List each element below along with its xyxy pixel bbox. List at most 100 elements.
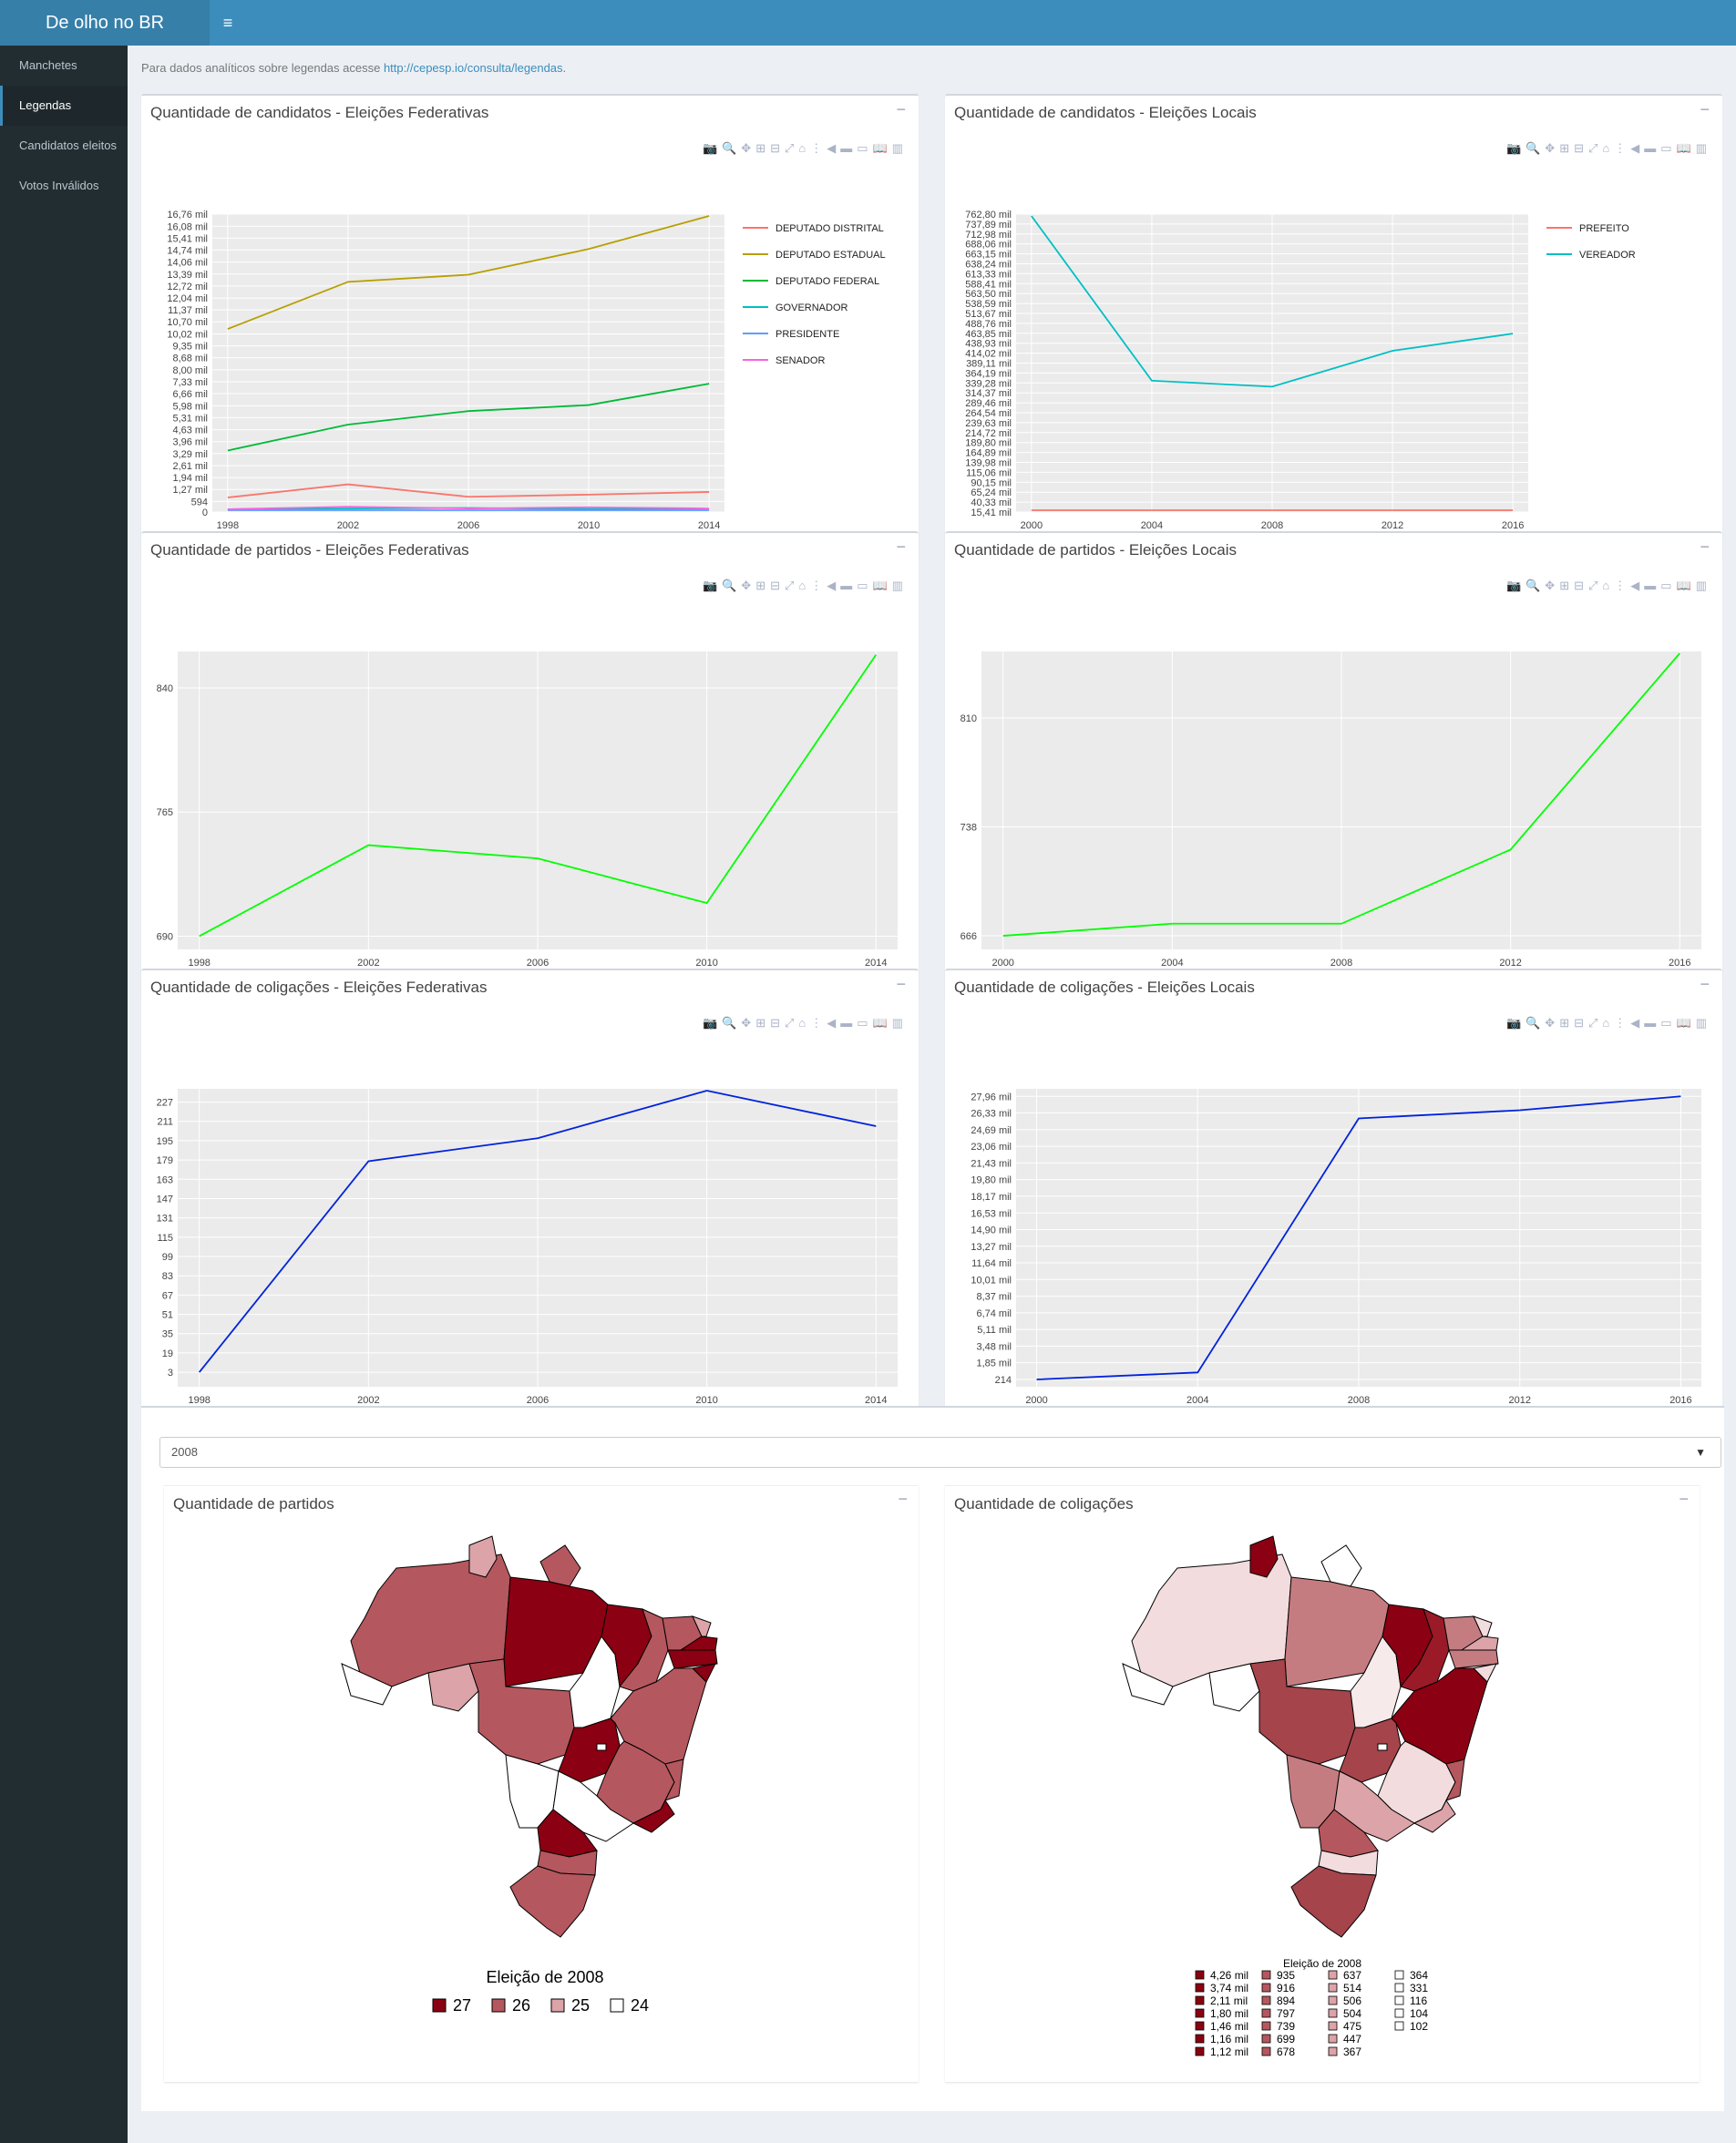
chart-coligacoes-federativas[interactable]: 227 211 195 179 163 147 131 115 99 83 67 51 35 19 3 199… xyxy=(141,970,919,1435)
box-partidos-locais: Quantidade de partidos - Eleições Locais… xyxy=(945,531,1722,998)
y-tick-label: 131 xyxy=(157,1214,173,1225)
sidebar-item-legendas[interactable]: Legendas xyxy=(0,86,128,126)
y-tick-label: 147 xyxy=(157,1194,173,1205)
y-tick-label: 4,63 mil xyxy=(172,426,208,436)
x-tick-label: 2006 xyxy=(527,958,549,969)
box-candidatos-federativas: Quantidade de candidatos - Eleições Fede… xyxy=(141,94,919,560)
legend-swatch xyxy=(1261,1983,1271,1993)
legend-label: 364 xyxy=(1410,1969,1428,1982)
y-tick-label: 6,74 mil xyxy=(976,1308,1012,1319)
y-tick-label: 115 xyxy=(157,1233,173,1244)
x-tick-label: 2010 xyxy=(695,958,717,969)
y-tick-label: 67 xyxy=(162,1290,173,1301)
y-tick-label: 690 xyxy=(157,931,173,942)
y-tick-label: 21,43 mil xyxy=(971,1158,1012,1169)
x-tick-label: 2012 xyxy=(1499,958,1521,969)
state-ap xyxy=(1320,1544,1362,1587)
map-legend-title: Eleição de 2008 xyxy=(1283,1957,1361,1970)
y-tick-label: 19 xyxy=(162,1348,173,1359)
map-legend-partidos: 27 26 25 24 xyxy=(432,1996,649,2015)
x-tick-label: 2008 xyxy=(1348,1395,1370,1406)
x-tick-label: 2002 xyxy=(357,958,379,969)
x-tick-label: 2006 xyxy=(527,1395,549,1406)
y-tick-label: 1,27 mil xyxy=(172,485,208,496)
chevron-down-icon[interactable]: ▼ xyxy=(1695,1438,1706,1467)
sidebar-item-manchetes[interactable]: Manchetes xyxy=(0,46,128,86)
y-tick-label: 35 xyxy=(162,1329,173,1340)
y-tick-label: 14,74 mil xyxy=(167,245,208,256)
y-tick-label: 27,96 mil xyxy=(971,1092,1012,1102)
sidebar: Manchetes Legendas Candidatos eleitos Vo… xyxy=(0,46,128,2143)
x-tick-label: 2002 xyxy=(357,1395,379,1406)
y-tick-label: 10,02 mil xyxy=(167,330,208,341)
chart-partidos-locais[interactable]: 81073866620002004200820122016Ano Eleição xyxy=(945,533,1722,998)
info-note-text: Para dados analíticos sobre legendas ace… xyxy=(141,61,384,75)
state-df xyxy=(1377,1743,1388,1751)
app-brand[interactable]: De olho no BR xyxy=(0,0,210,46)
legend-label: 1,12 mil xyxy=(1210,2046,1248,2058)
y-tick-label: 666 xyxy=(960,931,977,942)
chart-candidatos-federativas[interactable]: 16,76 mil16,08 mil15,41 mil14,74 mil 14,0… xyxy=(141,96,919,560)
legend-label: 699 xyxy=(1277,2033,1295,2046)
state-rs xyxy=(509,1865,596,1938)
legend-label[interactable]: PREFEITO xyxy=(1579,223,1629,234)
y-tick-label: 10,70 mil xyxy=(167,317,208,328)
y-tick-label: 7,33 mil xyxy=(172,377,208,388)
y-tick-label: 11,37 mil xyxy=(168,305,208,316)
state-ap xyxy=(539,1544,581,1587)
y-tick-label: 214 xyxy=(995,1375,1012,1386)
x-tick-label: 2014 xyxy=(698,520,720,531)
legend-swatch xyxy=(1328,1995,1338,2005)
y-tick-label: 26,33 mil xyxy=(971,1109,1012,1120)
legend-swatch xyxy=(610,1998,624,2013)
box-coligacoes-locais: Quantidade de coligações - Eleições Loca… xyxy=(945,969,1722,1435)
x-tick-label: 2008 xyxy=(1261,520,1283,531)
legend-label[interactable]: GOVERNADOR xyxy=(776,302,848,313)
x-tick-label: 2004 xyxy=(1141,520,1163,531)
legend-label[interactable]: SENADOR xyxy=(776,355,825,366)
y-tick-label: 16,76 mil xyxy=(167,210,208,220)
chart-coligacoes-locais[interactable]: 27,96 mil 26,33 mil 24,69 mil 23,06 mil 21,4… xyxy=(945,970,1722,1435)
legend-label: 3,74 mil xyxy=(1210,1982,1248,1994)
sidebar-toggle-hamburger-icon[interactable]: ≡ xyxy=(211,0,244,46)
y-tick-label: 227 xyxy=(157,1098,173,1109)
y-tick-label: 5,11 mil xyxy=(977,1325,1012,1336)
legend-label[interactable]: PRESIDENTE xyxy=(776,329,839,340)
chart-partidos-federativas[interactable]: 84076569019982002200620102014Ano Eleição xyxy=(141,533,919,998)
legend-label: 102 xyxy=(1410,2020,1428,2033)
x-tick-label: 2006 xyxy=(457,520,479,531)
y-tick-label: 9,35 mil xyxy=(172,342,208,353)
legend-label: 2,11 mil xyxy=(1210,1994,1248,2007)
legend-swatch xyxy=(1328,2008,1338,2018)
legend-swatch xyxy=(1261,2008,1271,2018)
legend-label: 1,16 mil xyxy=(1210,2033,1248,2046)
y-tick-label: 16,53 mil xyxy=(971,1208,1012,1219)
info-note-suffix: . xyxy=(562,61,567,75)
legend-label[interactable]: DEPUTADO ESTADUAL xyxy=(776,250,886,261)
legend-swatch xyxy=(432,1998,447,2013)
y-tick-label: 16,08 mil xyxy=(167,221,208,232)
sidebar-item-votos-invalidos[interactable]: Votos Inválidos xyxy=(0,166,128,206)
y-tick-label: 3,48 mil xyxy=(976,1341,1012,1352)
y-tick-label: 6,66 mil xyxy=(172,389,208,400)
state-df xyxy=(596,1743,607,1751)
sidebar-item-candidatos-eleitos[interactable]: Candidatos eleitos xyxy=(0,126,128,166)
y-tick-label: 594 xyxy=(191,497,208,508)
info-note: Para dados analíticos sobre legendas ace… xyxy=(141,61,566,75)
year-select[interactable]: 2008 ▼ xyxy=(159,1437,1721,1468)
legend-swatch xyxy=(1195,2034,1205,2044)
x-tick-label: 2008 xyxy=(1330,958,1352,969)
cepesp-link[interactable]: http://cepesp.io/consulta/legendas xyxy=(384,61,563,75)
legend-label[interactable]: VEREADOR xyxy=(1579,250,1636,261)
top-navbar: De olho no BR ≡ xyxy=(0,0,1736,46)
legend-label: 1,46 mil xyxy=(1210,2020,1248,2033)
legend-label[interactable]: DEPUTADO DISTRITAL xyxy=(776,223,884,234)
chart-candidatos-locais[interactable]: 762,80 mil737,89 mil712,98 mil688,06 mil… xyxy=(945,96,1722,560)
box-candidatos-locais: Quantidade de candidatos - Eleições Loca… xyxy=(945,94,1722,560)
box-partidos-federativas: Quantidade de partidos - Eleições Federa… xyxy=(141,531,919,998)
legend-label[interactable]: DEPUTADO FEDERAL xyxy=(776,276,879,287)
legend-swatch xyxy=(1394,1983,1404,1993)
x-tick-label: 2016 xyxy=(1669,1395,1691,1406)
main-content: Para dados analíticos sobre legendas ace… xyxy=(128,46,1736,2143)
y-tick-label: 10,01 mil xyxy=(971,1275,1012,1286)
